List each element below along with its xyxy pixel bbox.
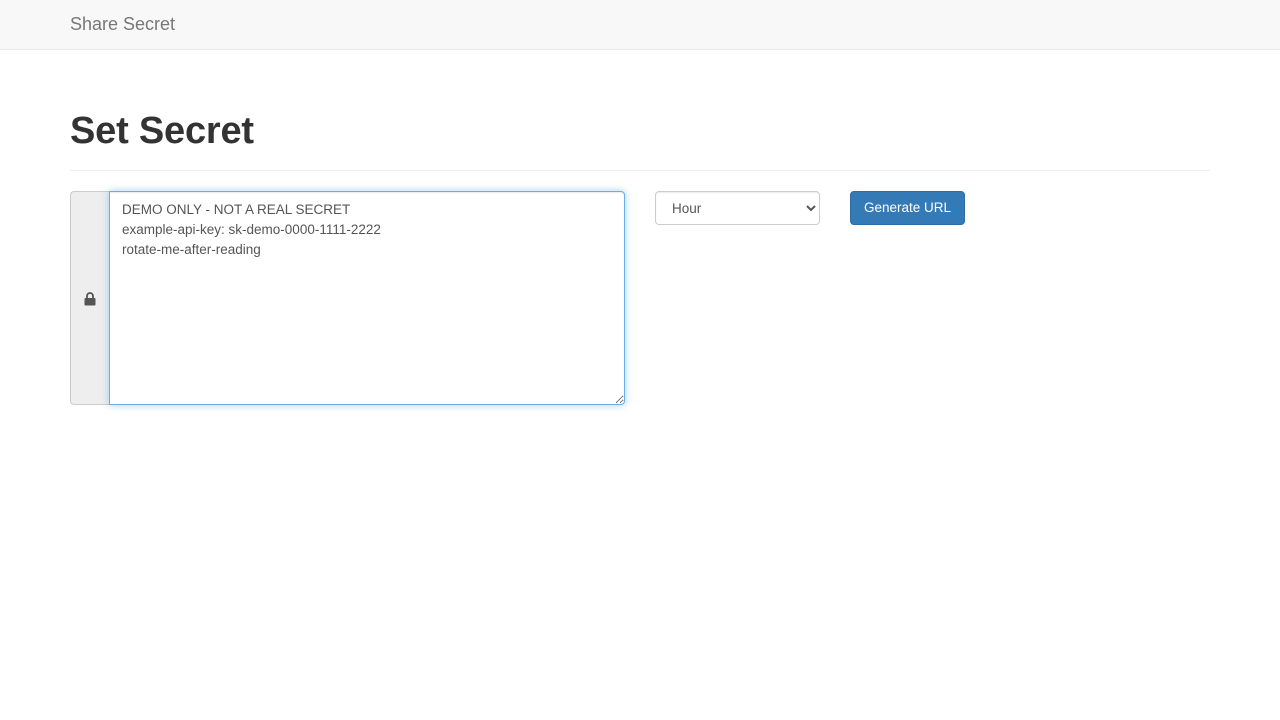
page-title: Set Secret: [70, 110, 254, 152]
secret-textarea[interactable]: DEMO ONLY - NOT A REAL SECRET example-ap…: [109, 191, 625, 405]
page-header: Set Secret: [70, 90, 1210, 171]
secret-input-group: DEMO ONLY - NOT A REAL SECRET example-ap…: [70, 191, 625, 405]
lock-icon: [84, 292, 96, 306]
generate-url-button[interactable]: Generate URL: [850, 191, 965, 225]
secret-input-addon: [70, 191, 109, 405]
expiry-select[interactable]: Hour: [655, 191, 820, 225]
navbar-brand[interactable]: Share Secret: [70, 14, 175, 34]
navbar: Share Secret: [0, 0, 1280, 50]
